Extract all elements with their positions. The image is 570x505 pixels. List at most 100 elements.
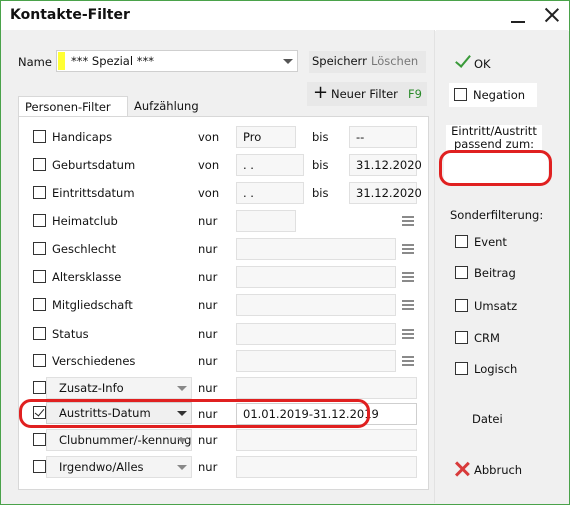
label-heimatclub: Heimatclub (52, 214, 118, 228)
sonder-item-crm[interactable]: CRM (474, 331, 500, 345)
sonder-label: Sonderfilterung: (450, 208, 544, 222)
list-menu-icon[interactable] (402, 329, 414, 339)
checkbox-heimatclub[interactable] (33, 214, 46, 227)
chevron-down-icon[interactable] (177, 465, 187, 470)
name-marker (58, 52, 65, 70)
sonder-item-event[interactable]: Event (474, 235, 507, 249)
sonder-item-umsatz[interactable]: Umsatz (474, 299, 517, 313)
to-field-handicaps[interactable]: -- (349, 126, 417, 148)
checkbox-geschlecht[interactable] (33, 242, 46, 255)
sonder-item-beitrag[interactable]: Beitrag (474, 266, 516, 280)
label-handicaps: Handicaps (52, 130, 113, 144)
op-nur: nur (198, 327, 218, 341)
label-altersklasse: Altersklasse (52, 270, 122, 284)
name-select[interactable]: *** Spezial *** (56, 50, 298, 72)
abbruch-button[interactable]: Abbruch (474, 463, 522, 477)
checkbox-eintrittsdatum[interactable] (33, 186, 46, 199)
value-field-zusatz-info[interactable] (236, 377, 417, 399)
ok-check-icon[interactable] (455, 56, 471, 66)
title-bar: Kontakte-Filter (1, 1, 569, 31)
close-icon[interactable] (544, 7, 560, 23)
op-bis: bis (312, 158, 329, 172)
checkbox-zusatz-info[interactable] (33, 381, 46, 394)
list-menu-icon[interactable] (402, 216, 414, 226)
field-select-clubnummer[interactable]: Clubnummer/-kennung (46, 429, 192, 451)
list-menu-icon[interactable] (402, 300, 414, 310)
checkbox-negation[interactable] (454, 88, 467, 101)
op-von: von (198, 130, 220, 144)
negation-label: Negation (473, 88, 526, 102)
value-field-irgendwo-alles[interactable] (236, 456, 417, 478)
op-nur: nur (198, 381, 218, 395)
op-bis: bis (312, 186, 329, 200)
label-geschlecht: Geschlecht (52, 242, 116, 256)
to-field-eintrittsdatum[interactable]: 31.12.2020 (349, 182, 422, 204)
label-status: Status (52, 327, 89, 341)
new-filter-button[interactable]: + Neuer Filter F9 (307, 82, 427, 106)
field-select-label: Zusatz-Info (59, 381, 124, 395)
checkbox-geburtsdatum[interactable] (33, 158, 46, 171)
value-field-geschlecht[interactable] (236, 238, 396, 260)
op-nur: nur (198, 354, 218, 368)
from-field-geburtsdatum[interactable]: . . (236, 154, 304, 176)
list-menu-icon[interactable] (402, 244, 414, 254)
negation-toggle[interactable]: Negation (449, 83, 537, 107)
value-field-verschiedenes[interactable] (236, 350, 396, 372)
save-button[interactable]: Speichern (309, 51, 369, 73)
sonder-item-logisch[interactable]: Logisch (474, 362, 517, 376)
checkbox-crm[interactable] (455, 331, 468, 344)
from-field-eintrittsdatum[interactable]: . . (236, 182, 304, 204)
checkbox-handicaps[interactable] (33, 130, 46, 143)
op-nur: nur (198, 298, 218, 312)
checkbox-umsatz[interactable] (455, 299, 468, 312)
ok-button[interactable]: OK (474, 57, 491, 71)
checkbox-logisch[interactable] (455, 362, 468, 375)
op-nur: nur (198, 270, 218, 284)
op-nur: nur (198, 460, 218, 474)
value-field-clubnummer[interactable] (236, 429, 417, 451)
checkbox-verschiedenes[interactable] (33, 354, 46, 367)
checkbox-altersklasse[interactable] (33, 270, 46, 283)
cancel-x-icon[interactable] (455, 462, 469, 476)
datei-button[interactable]: Datei (472, 412, 503, 426)
checkbox-irgendwo-alles[interactable] (33, 460, 46, 473)
name-label: Name (18, 55, 52, 69)
checkbox-event[interactable] (455, 235, 468, 248)
name-select-value: *** Spezial *** (71, 54, 154, 68)
highlight-oval (19, 399, 370, 428)
plus-icon: + (313, 82, 329, 103)
list-menu-icon[interactable] (402, 272, 414, 282)
op-bis: bis (312, 130, 329, 144)
eintritt-label: Eintritt/Austritt passend zum: (446, 125, 542, 151)
field-select-label: Irgendwo/Alles (59, 460, 144, 474)
chevron-down-icon[interactable] (283, 59, 293, 64)
label-verschiedenes: Verschiedenes (52, 354, 136, 368)
checkbox-status[interactable] (33, 327, 46, 340)
op-nur: nur (198, 433, 218, 447)
op-nur: nur (198, 214, 218, 228)
value-field-heimatclub[interactable] (236, 210, 296, 232)
new-filter-shortcut: F9 (408, 87, 422, 101)
field-select-zusatz-info[interactable]: Zusatz-Info (46, 377, 192, 399)
tab-personen-filter[interactable]: Personen-Filter (18, 96, 128, 118)
highlight-oval (439, 150, 552, 186)
op-nur: nur (198, 242, 218, 256)
checkbox-beitrag[interactable] (455, 266, 468, 279)
new-filter-label: Neuer Filter (331, 87, 398, 101)
value-field-status[interactable] (236, 323, 396, 345)
checkbox-mitgliedschaft[interactable] (33, 298, 46, 311)
value-field-altersklasse[interactable] (236, 266, 396, 288)
list-menu-icon[interactable] (402, 356, 414, 366)
field-select-irgendwo-alles[interactable]: Irgendwo/Alles (46, 456, 192, 478)
chevron-down-icon[interactable] (177, 438, 187, 443)
label-geburtsdatum: Geburtsdatum (52, 158, 136, 172)
value-field-mitgliedschaft[interactable] (236, 294, 396, 316)
chevron-down-icon[interactable] (177, 386, 187, 391)
from-field-handicaps[interactable]: Pro (236, 126, 296, 148)
checkbox-clubnummer[interactable] (33, 433, 46, 446)
op-von: von (198, 186, 220, 200)
minimize-icon[interactable] (511, 21, 525, 23)
to-field-geburtsdatum[interactable]: 31.12.2020 (349, 154, 422, 176)
tab-aufzaehlung[interactable]: Aufzählung (128, 96, 216, 118)
delete-button[interactable]: Löschen (367, 51, 426, 73)
